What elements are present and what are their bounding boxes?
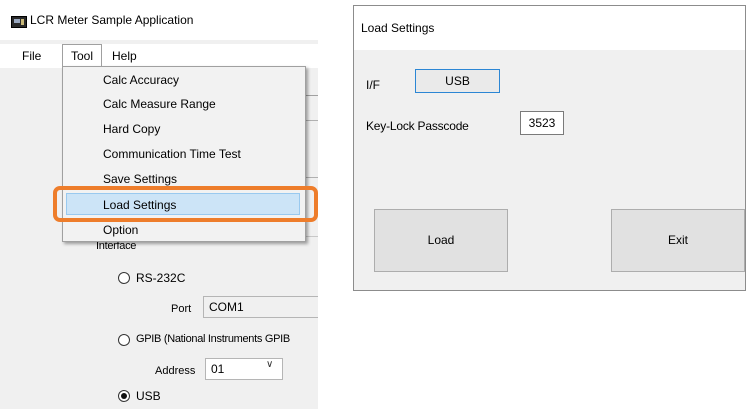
menu-item-calc-accuracy[interactable]: Calc Accuracy: [103, 70, 179, 90]
menu-item-calc-measure-range[interactable]: Calc Measure Range: [103, 94, 216, 114]
keylock-passcode-field[interactable]: 3523: [520, 111, 564, 135]
menu-item-hard-copy[interactable]: Hard Copy: [103, 119, 160, 139]
menu-bar: File Tool Help: [0, 44, 318, 68]
if-value-field[interactable]: USB: [415, 69, 500, 93]
callout-highlight-frame: [53, 186, 318, 222]
menu-item-option[interactable]: Option: [103, 220, 138, 240]
load-settings-dialog: Load Settings I/F USB Key-Lock Passcode …: [353, 5, 746, 291]
keylock-passcode-label: Key-Lock Passcode: [366, 119, 469, 133]
if-label: I/F: [366, 78, 380, 92]
usb-label[interactable]: USB: [136, 389, 161, 403]
dialog-title-bar: Load Settings: [354, 6, 745, 50]
usb-radio[interactable]: [118, 390, 130, 402]
rs232-label[interactable]: RS-232C: [136, 271, 185, 285]
menu-tool[interactable]: Tool: [62, 44, 103, 68]
dialog-title: Load Settings: [361, 21, 435, 35]
gpib-label[interactable]: GPIB (National Instruments GPIB: [136, 333, 290, 345]
title-bar: LCR Meter Sample Application: [0, 0, 318, 40]
exit-button[interactable]: Exit: [611, 209, 745, 272]
chevron-down-icon[interactable]: ∨: [266, 359, 273, 370]
window-title: LCR Meter Sample Application: [30, 13, 194, 27]
menu-item-communication-time-test[interactable]: Communication Time Test: [103, 144, 241, 164]
menu-help[interactable]: Help: [106, 46, 143, 66]
main-window: LCR Meter Sample Application File Tool H…: [0, 0, 318, 409]
load-button[interactable]: Load: [374, 209, 508, 272]
port-field[interactable]: COM1: [203, 296, 318, 318]
port-label: Port: [171, 303, 192, 315]
dialog-body: I/F USB Key-Lock Passcode 3523 Load Exit: [354, 50, 745, 290]
app-icon: [11, 16, 27, 28]
rs232-radio[interactable]: [118, 272, 130, 284]
menu-file[interactable]: File: [16, 46, 47, 66]
gpib-radio[interactable]: [118, 334, 130, 346]
address-label: Address: [155, 365, 196, 377]
